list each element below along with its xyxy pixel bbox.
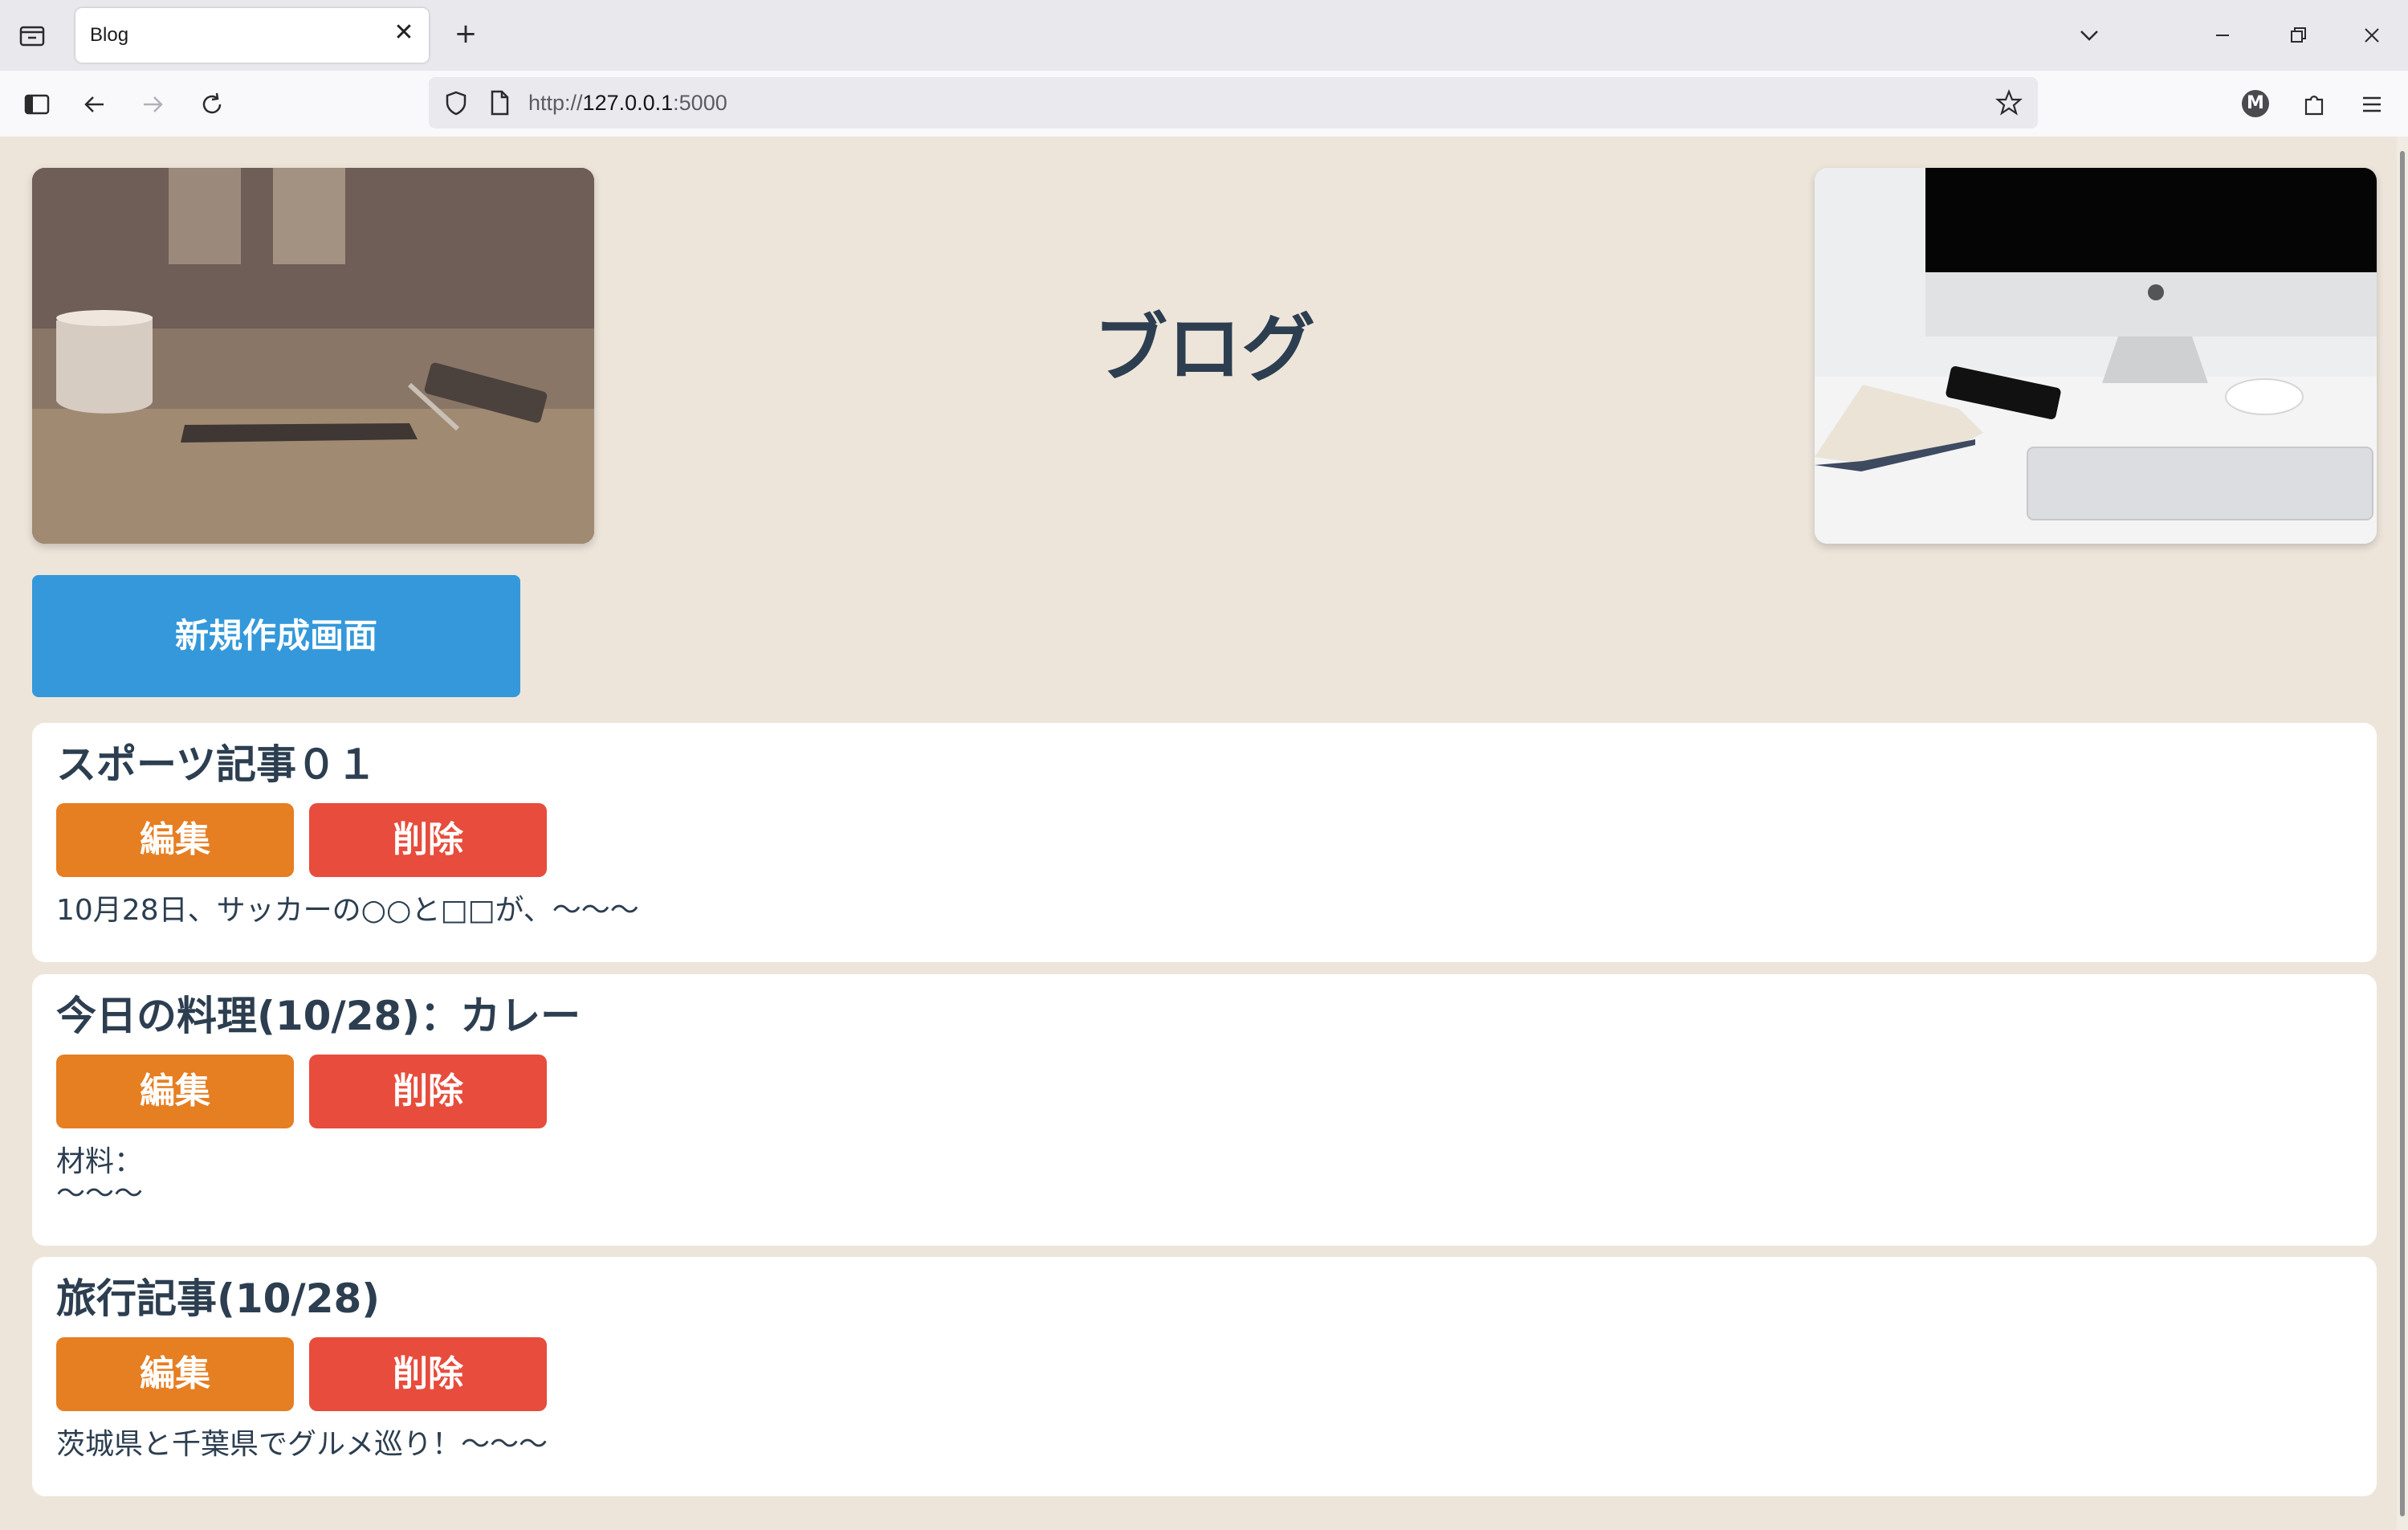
desk-photo-illustration bbox=[32, 168, 594, 544]
extensions-icon[interactable] bbox=[2300, 90, 2329, 119]
page-scrollbar[interactable] bbox=[2397, 137, 2408, 1530]
shield-icon[interactable] bbox=[442, 88, 471, 117]
forward-icon[interactable] bbox=[138, 90, 167, 119]
new-post-button[interactable]: 新規作成画面 bbox=[32, 575, 520, 697]
hero-image-left bbox=[32, 168, 594, 544]
post-body: 材料： 〜〜〜 bbox=[56, 1145, 144, 1210]
bookmark-star-icon[interactable] bbox=[1994, 88, 2023, 117]
close-window-icon[interactable] bbox=[2359, 22, 2385, 48]
url-host: 127.0.0.1 bbox=[582, 91, 674, 115]
scrollbar-thumb[interactable] bbox=[2400, 151, 2405, 1516]
edit-button[interactable]: 編集 bbox=[56, 803, 294, 877]
minimize-icon[interactable] bbox=[2210, 22, 2235, 48]
menu-icon[interactable] bbox=[2357, 90, 2386, 119]
restore-icon[interactable] bbox=[2285, 22, 2311, 48]
url-text: http://127.0.0.1:5000 bbox=[528, 91, 727, 116]
new-tab-button[interactable]: + bbox=[448, 18, 483, 53]
workspace-photo-illustration bbox=[1815, 168, 2377, 544]
reload-icon[interactable] bbox=[198, 90, 226, 119]
profile-initial: M bbox=[2247, 93, 2264, 113]
tab-close-icon[interactable]: ✕ bbox=[390, 19, 418, 47]
edit-button[interactable]: 編集 bbox=[56, 1055, 294, 1128]
url-port: :5000 bbox=[673, 91, 727, 115]
page-content: ブログ 新規作成画面 スポーツ記事０１ 編集 削除 10月28日、サッカーの○○… bbox=[0, 137, 2408, 1530]
delete-button[interactable]: 削除 bbox=[309, 803, 547, 877]
delete-button[interactable]: 削除 bbox=[309, 1337, 547, 1411]
browser-nav-bar: http://127.0.0.1:5000 M bbox=[0, 71, 2408, 138]
post-title: 今日の料理(10/28)：カレー bbox=[56, 993, 581, 1039]
url-prefix: http:// bbox=[528, 91, 583, 115]
profile-avatar-icon[interactable]: M bbox=[2242, 90, 2269, 117]
address-bar[interactable]: http://127.0.0.1:5000 bbox=[429, 77, 2038, 129]
tab-blog[interactable]: Blog ✕ bbox=[75, 8, 429, 63]
post-card: 今日の料理(10/28)：カレー 編集 削除 材料： 〜〜〜 bbox=[32, 974, 2377, 1246]
site-title: ブログ bbox=[1093, 306, 1315, 392]
browser-tab-bar: Blog ✕ + bbox=[0, 0, 2408, 71]
post-card: スポーツ記事０１ 編集 削除 10月28日、サッカーの○○と□□が、〜〜〜 bbox=[32, 723, 2377, 962]
tab-manager-icon[interactable] bbox=[18, 21, 47, 50]
page-info-icon[interactable] bbox=[485, 88, 514, 117]
post-card: 旅行記事(10/28) 編集 削除 茨城県と千葉県でグルメ巡り！〜〜〜 bbox=[32, 1257, 2377, 1496]
post-title: 旅行記事(10/28) bbox=[56, 1275, 381, 1322]
post-title: スポーツ記事０１ bbox=[56, 741, 377, 788]
post-body: 茨城県と千葉県でグルメ巡り！〜〜〜 bbox=[56, 1428, 548, 1461]
hero-image-right bbox=[1815, 168, 2377, 544]
sidebar-toggle-icon[interactable] bbox=[22, 90, 51, 119]
delete-button[interactable]: 削除 bbox=[309, 1055, 547, 1128]
tab-title: Blog bbox=[90, 24, 129, 46]
edit-button[interactable]: 編集 bbox=[56, 1337, 294, 1411]
back-icon[interactable] bbox=[80, 90, 109, 119]
tab-list-chevron-icon[interactable] bbox=[2076, 22, 2102, 48]
post-body: 10月28日、サッカーの○○と□□が、〜〜〜 bbox=[56, 894, 639, 927]
